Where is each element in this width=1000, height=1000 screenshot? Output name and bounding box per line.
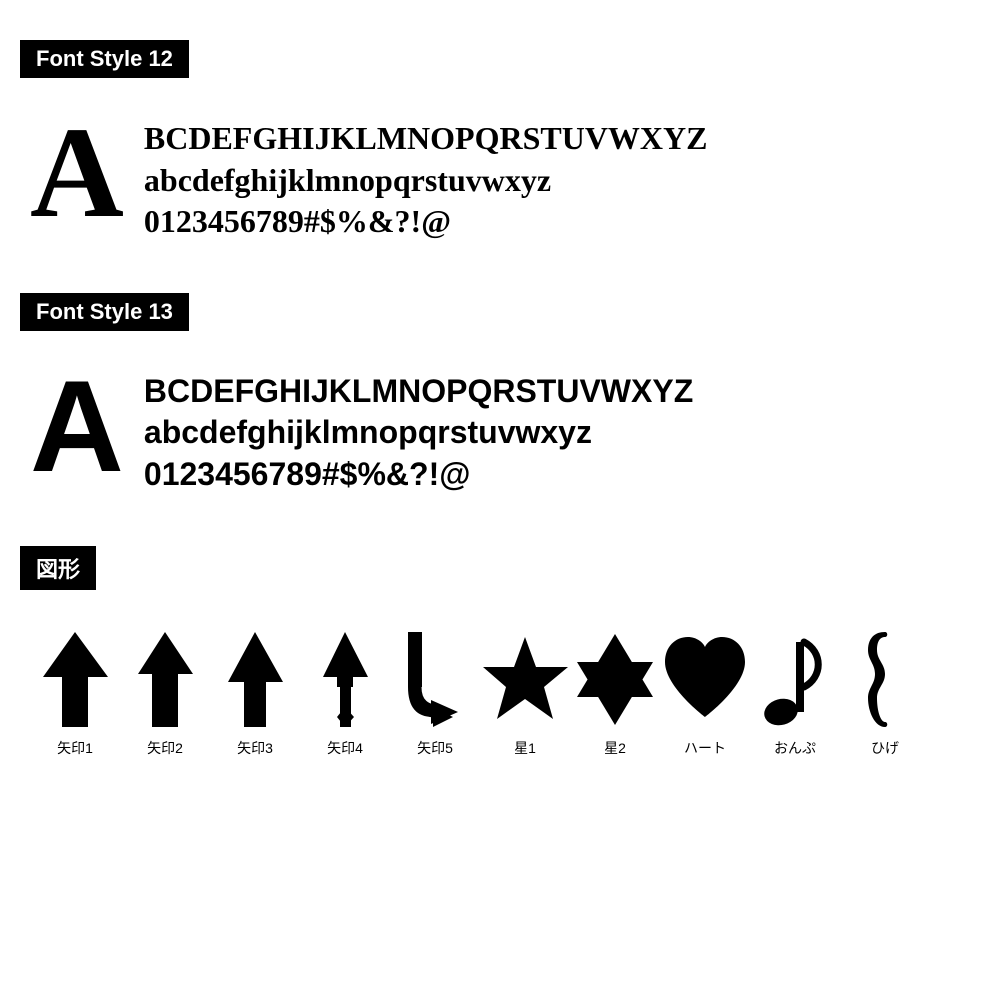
font-style-12-line-2: abcdefghijklmnopqrstuvwxyz <box>144 160 708 202</box>
font-style-12-demo: A BCDEFGHIJKLMNOPQRSTUVWXYZ abcdefghijkl… <box>20 98 980 253</box>
shape-item-heart: ハート <box>660 630 750 758</box>
shape-label-arrow3: 矢印3 <box>237 738 273 758</box>
shape-label-arrow5: 矢印5 <box>417 738 453 758</box>
shape-item-music: おんぷ <box>750 630 840 758</box>
font-style-13-section: Font Style 13 A BCDEFGHIJKLMNOPQRSTUVWXY… <box>20 293 980 506</box>
font-style-13-header: Font Style 13 <box>20 293 189 331</box>
arrow2-icon <box>138 630 193 730</box>
font-style-13-line-3: 0123456789#$%&?!@ <box>144 454 693 496</box>
shape-item-moustache: ひげ <box>840 630 930 758</box>
shape-label-arrow4: 矢印4 <box>327 738 363 758</box>
star2-icon <box>573 630 658 730</box>
arrow3-icon <box>228 630 283 730</box>
font-style-12-header: Font Style 12 <box>20 40 189 78</box>
heart-icon <box>660 630 750 730</box>
star1-icon <box>483 630 568 730</box>
font-style-13-line-1: BCDEFGHIJKLMNOPQRSTUVWXYZ <box>144 371 693 413</box>
font-style-12-big-letter: A <box>30 108 124 238</box>
arrow4-icon <box>323 630 368 730</box>
font-style-12-section: Font Style 12 A BCDEFGHIJKLMNOPQRSTUVWXY… <box>20 40 980 253</box>
font-style-13-big-letter: A <box>30 361 124 491</box>
shape-item-arrow5: 矢印5 <box>390 630 480 758</box>
shape-item-arrow4: 矢印4 <box>300 630 390 758</box>
shape-item-star2: 星2 <box>570 630 660 758</box>
moustache-icon <box>863 630 908 730</box>
font-style-12-line-1: BCDEFGHIJKLMNOPQRSTUVWXYZ <box>144 118 708 160</box>
font-style-13-demo: A BCDEFGHIJKLMNOPQRSTUVWXYZ abcdefghijkl… <box>20 351 980 506</box>
music-icon <box>763 630 828 730</box>
arrow5-icon <box>403 630 468 730</box>
shape-item-arrow1: 矢印1 <box>30 630 120 758</box>
shapes-grid: 矢印1 矢印2 矢印3 <box>20 610 980 768</box>
shape-label-moustache: ひげ <box>871 738 899 758</box>
shape-item-arrow3: 矢印3 <box>210 630 300 758</box>
arrow1-icon <box>43 630 108 730</box>
shape-item-arrow2: 矢印2 <box>120 630 210 758</box>
font-style-12-chars: BCDEFGHIJKLMNOPQRSTUVWXYZ abcdefghijklmn… <box>144 108 708 243</box>
shape-label-music: おんぷ <box>774 738 816 758</box>
shape-label-arrow1: 矢印1 <box>57 738 93 758</box>
shape-label-star1: 星1 <box>514 738 536 758</box>
shape-item-star1: 星1 <box>480 630 570 758</box>
shape-label-arrow2: 矢印2 <box>147 738 183 758</box>
shape-label-heart: ハート <box>684 738 726 758</box>
shape-label-star2: 星2 <box>604 738 626 758</box>
shapes-section: 図形 矢印1 矢印2 <box>20 546 980 768</box>
font-style-13-chars: BCDEFGHIJKLMNOPQRSTUVWXYZ abcdefghijklmn… <box>144 361 693 496</box>
font-style-13-line-2: abcdefghijklmnopqrstuvwxyz <box>144 412 693 454</box>
shapes-header: 図形 <box>20 546 96 590</box>
font-style-12-line-3: 0123456789#$%&?!@ <box>144 201 708 243</box>
